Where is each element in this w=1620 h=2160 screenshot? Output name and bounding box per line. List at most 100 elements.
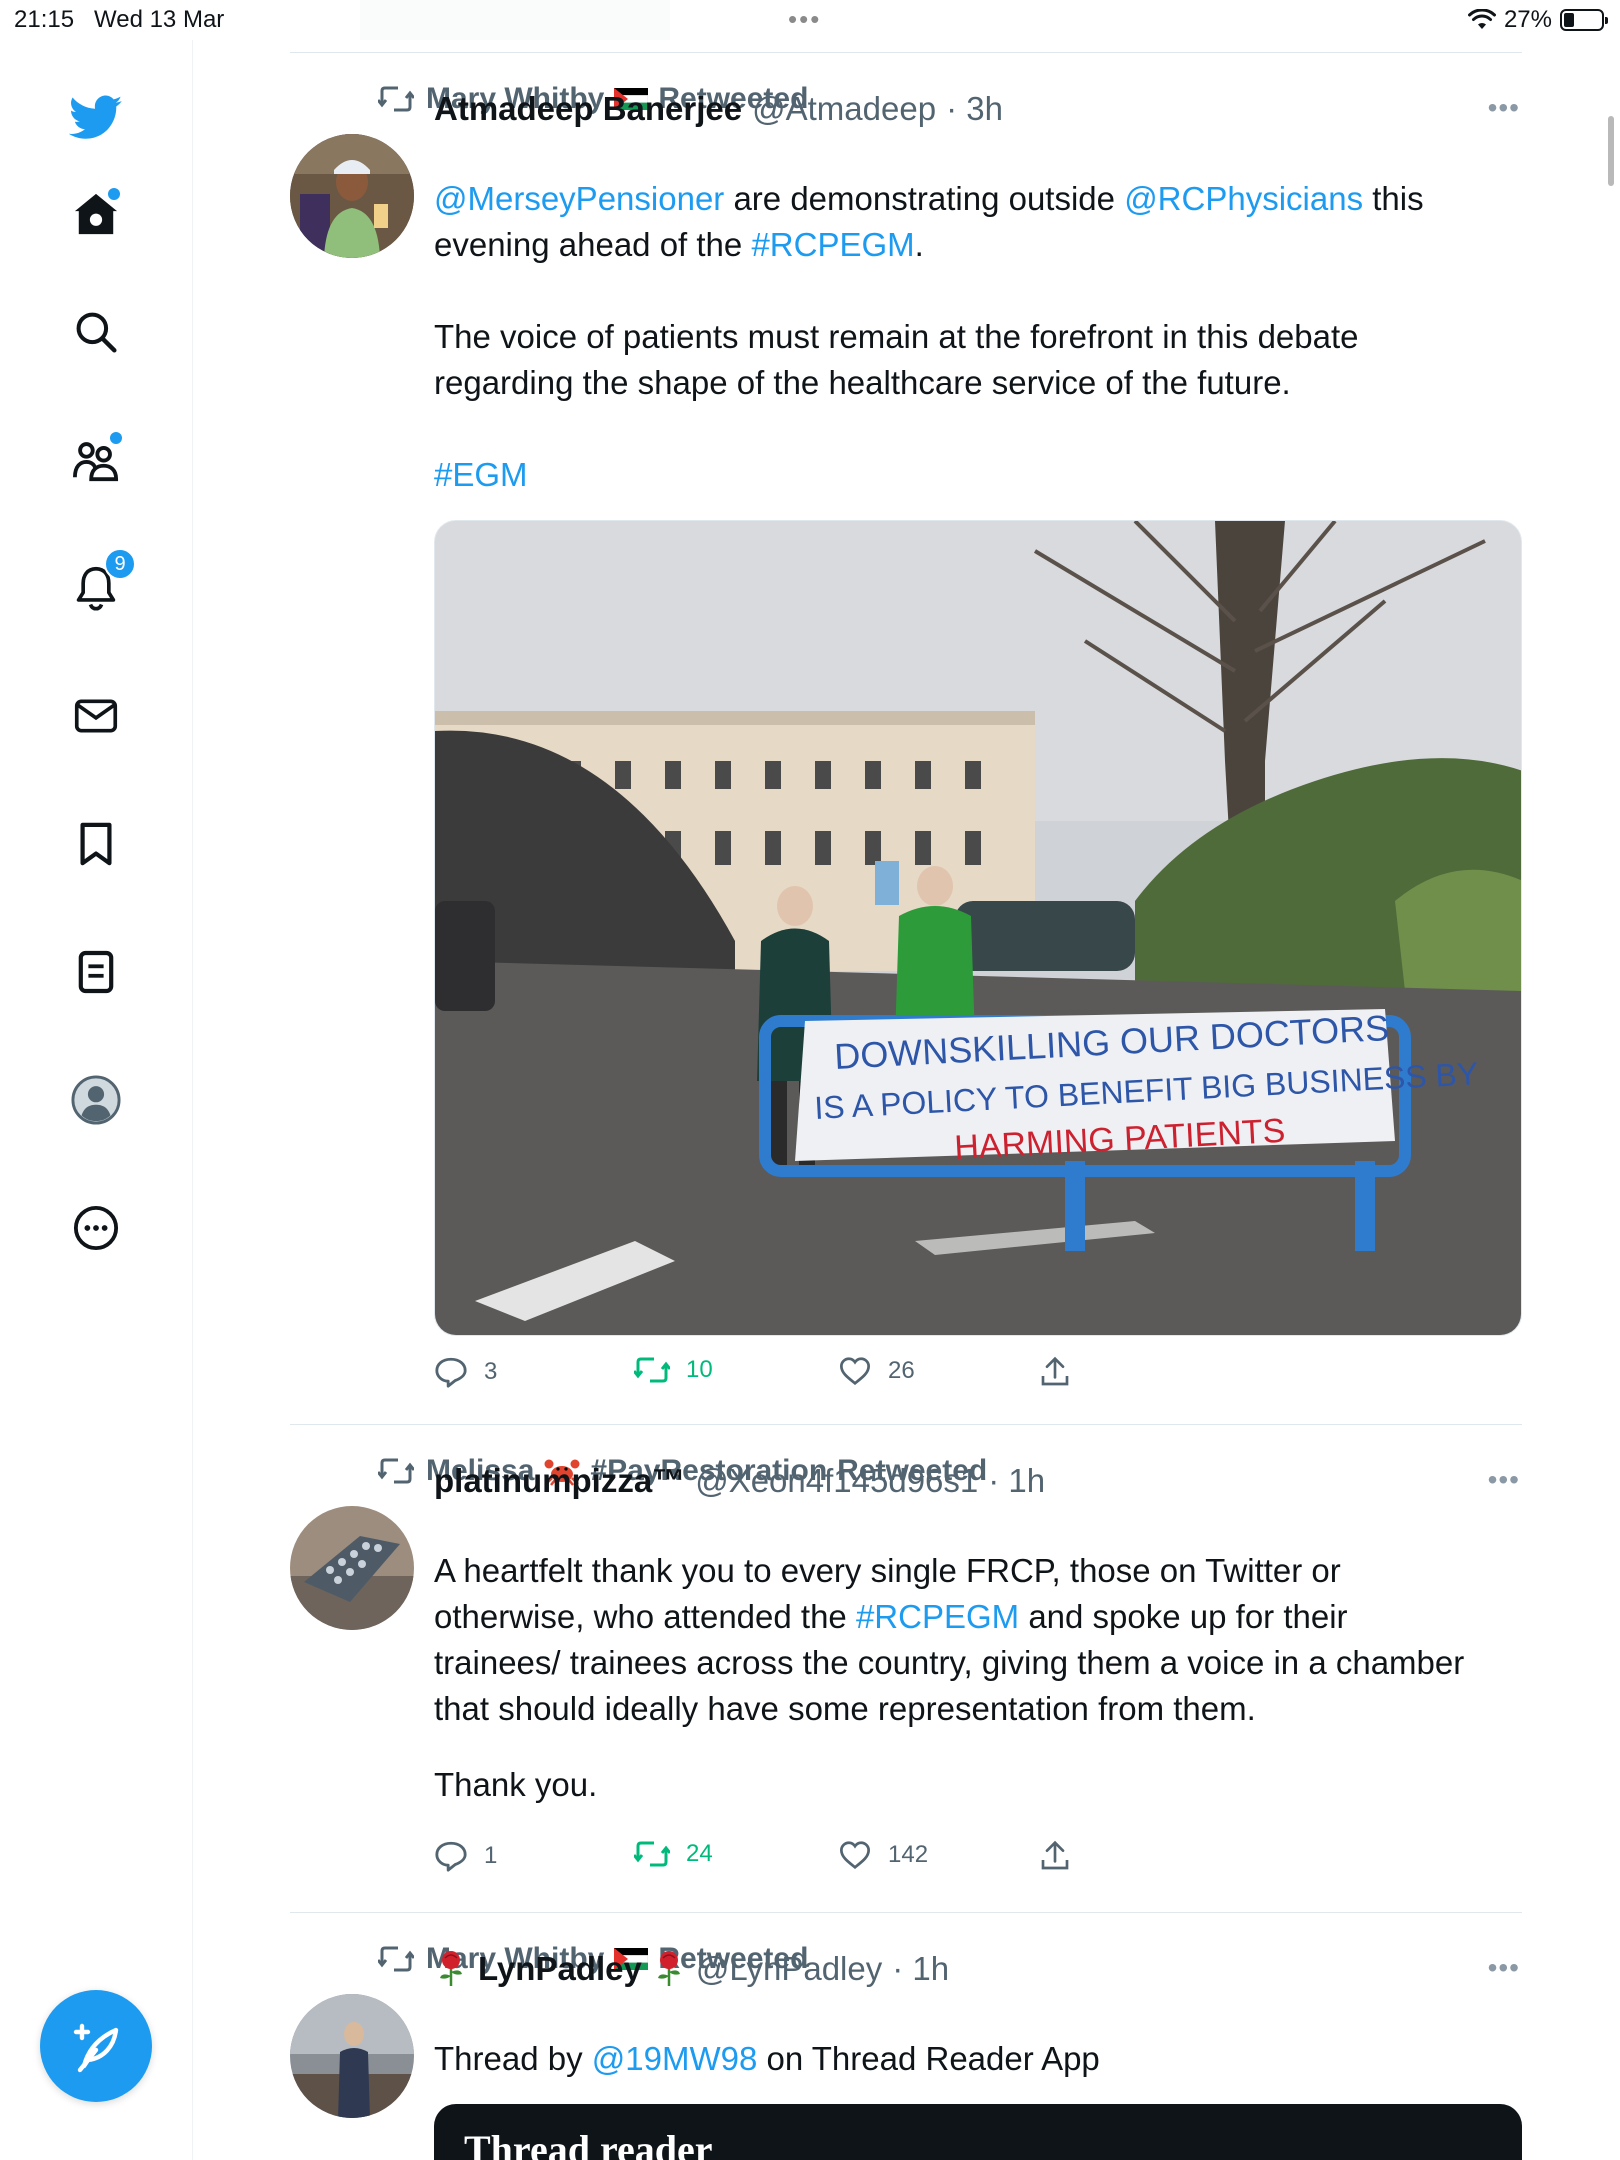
tweet-text-line: Thank you. [434, 1766, 598, 1803]
rose-icon [657, 1951, 680, 1986]
tweet-item[interactable]: Mary Whitby Retweeted Atmadeep Banerjee … [290, 76, 1522, 1422]
tweet-divider [290, 1424, 1522, 1425]
multitasking-dots-icon[interactable]: ••• [788, 4, 821, 35]
compose-tweet-button[interactable] [40, 1990, 152, 2102]
reply-button[interactable]: 1 [434, 1840, 497, 1872]
protest-photo: DOWNSKILLING OUR DOCTORS IS A POLICY TO … [435, 521, 1521, 1335]
tweet-item[interactable]: Mary Whitby Retweeted LynPadley @LynPadl… [290, 1936, 1522, 2160]
tweet-item[interactable]: Melissa #PayRestoration Retweeted platin… [290, 1448, 1522, 1908]
tweet-more-icon[interactable]: ••• [1488, 1952, 1520, 1984]
heart-icon [839, 1841, 871, 1870]
sidebar-item-profile[interactable] [66, 1070, 126, 1130]
retweet-count: 10 [686, 1356, 713, 1383]
retweet-icon [378, 86, 414, 112]
retweet-button[interactable]: 10 [634, 1356, 713, 1384]
battery-percent: 27% [1503, 6, 1552, 33]
author-handle[interactable]: @LynPadley [696, 1950, 882, 1988]
sidebar: 9 [0, 40, 193, 2160]
tweet-header: LynPadley @LynPadley · 1h [434, 1950, 949, 1988]
battery-level [1564, 13, 1574, 27]
heart-icon [839, 1357, 871, 1386]
author-name[interactable]: LynPadley [478, 1950, 642, 1988]
tweet-text-line: regarding the shape of the healthcare se… [434, 364, 1291, 401]
share-button[interactable] [1040, 1840, 1070, 1872]
communities-icon [73, 442, 119, 482]
avatar[interactable] [290, 1506, 414, 1630]
hashtag-link[interactable]: #RCPEGM [751, 226, 914, 263]
author-handle[interactable]: @Xeon4f145d96s1 [695, 1462, 978, 1500]
avatar[interactable] [290, 134, 414, 258]
avatar-photo [290, 1506, 414, 1630]
retweet-icon [378, 1946, 414, 1972]
hashtag-link[interactable]: #EGM [434, 456, 528, 493]
sidebar-item-more[interactable] [66, 1198, 126, 1258]
rose-icon [440, 1951, 462, 1986]
tweet-text-line: Thread by @19MW98 on Thread Reader App [434, 2036, 1522, 2082]
mention-link[interactable]: @RCPhysicians [1124, 180, 1363, 217]
twitter-logo-icon[interactable] [66, 88, 126, 148]
author-name[interactable]: Atmadeep Banerjee [434, 90, 742, 128]
tweet-more-icon[interactable]: ••• [1488, 1464, 1520, 1496]
sidebar-item-communities[interactable] [66, 430, 126, 490]
mail-icon [74, 699, 118, 733]
share-icon [1041, 1840, 1069, 1870]
tweet-text-line: evening ahead of the #RCPEGM. [434, 222, 1522, 268]
sidebar-item-lists[interactable] [66, 942, 126, 1002]
tweet-time[interactable]: · 1h [892, 1950, 949, 1988]
mention-link[interactable]: @MerseyPensioner [434, 180, 724, 217]
tweet-time[interactable]: · 3h [946, 90, 1003, 128]
share-button[interactable] [1040, 1356, 1070, 1388]
status-bar: 21:15 Wed 13 Mar ••• 27% [0, 0, 1620, 40]
retweet-icon [378, 1458, 414, 1484]
search-icon [76, 312, 117, 353]
tweet-text-line: The voice of patients must remain at the… [434, 318, 1359, 355]
sidebar-item-notifications[interactable]: 9 [66, 548, 136, 618]
retweet-count: 24 [686, 1840, 713, 1867]
like-button[interactable]: 26 [838, 1356, 915, 1386]
tweet-header: Atmadeep Banerjee @Atmadeep · 3h [434, 90, 1003, 128]
scrollbar[interactable] [1608, 116, 1614, 186]
author-name[interactable]: platinumpizza™ [434, 1462, 685, 1500]
tweet-divider [290, 1912, 1522, 1913]
reply-count: 3 [484, 1358, 498, 1385]
tweet-time[interactable]: · 1h [988, 1462, 1045, 1500]
tweet-text-line: trainees/ trainees across the country, g… [434, 1644, 1465, 1681]
hashtag-link[interactable]: #RCPEGM [856, 1598, 1019, 1635]
sidebar-item-messages[interactable] [66, 686, 126, 746]
text-span: otherwise, who attended the [434, 1598, 856, 1635]
status-time: 21:15 [14, 6, 75, 33]
list-icon [78, 950, 114, 994]
link-card-preview[interactable]: Thread reader [434, 2104, 1522, 2160]
tweet-more-icon[interactable]: ••• [1488, 92, 1520, 124]
sidebar-item-bookmarks[interactable] [66, 814, 126, 874]
text-span: on Thread Reader App [757, 2040, 1100, 2077]
author-handle[interactable]: @Atmadeep [752, 90, 936, 128]
tweet-text-line: that should ideally have some representa… [434, 1690, 1256, 1727]
communities-unread-dot [110, 432, 122, 444]
profile-icon [71, 1075, 121, 1125]
like-button[interactable]: 142 [838, 1840, 928, 1870]
sidebar-item-explore[interactable] [66, 302, 126, 362]
retweet-icon [634, 1841, 670, 1867]
battery-icon [1560, 9, 1608, 31]
wifi-icon [1467, 9, 1496, 29]
avatar-photo [290, 134, 414, 258]
avatar[interactable] [290, 1994, 414, 2118]
text-span: Thread by [434, 2040, 592, 2077]
share-icon [1041, 1356, 1069, 1386]
like-count: 142 [888, 1841, 929, 1868]
mention-link[interactable]: @19MW98 [592, 2040, 758, 2077]
top-faded-strip [360, 0, 670, 40]
status-date: Wed 13 Mar [94, 6, 225, 33]
text-span: this [1363, 180, 1424, 217]
tweet-photo[interactable]: DOWNSKILLING OUR DOCTORS IS A POLICY TO … [434, 520, 1522, 1336]
tweet-text: @MerseyPensioner are demonstrating outsi… [434, 176, 1522, 498]
text-span: evening ahead of the [434, 226, 752, 263]
sidebar-item-home[interactable] [66, 184, 126, 244]
retweet-button[interactable]: 24 [634, 1840, 713, 1868]
tweet-text-line: A heartfelt thank you to every single FR… [434, 1552, 1341, 1589]
more-circle-icon [73, 1205, 119, 1251]
reply-button[interactable]: 3 [434, 1356, 497, 1388]
retweet-icon [634, 1357, 670, 1383]
text-span: are demonstrating outside [724, 180, 1125, 217]
